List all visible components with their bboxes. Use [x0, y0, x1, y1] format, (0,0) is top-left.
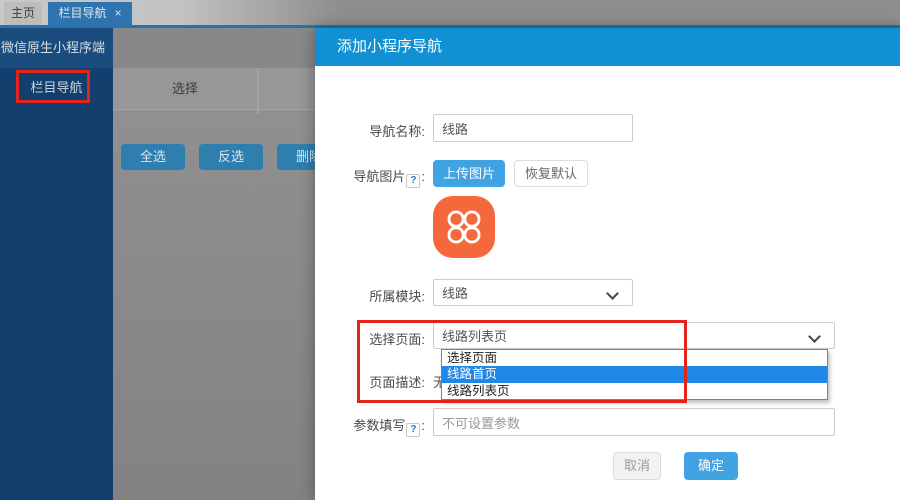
tab-column-nav[interactable]: 栏目导航 × — [48, 2, 132, 25]
page-select-dropdown: 选择页面 线路首页 线路列表页 — [441, 349, 828, 400]
params-label: 参数填写?: — [315, 415, 425, 437]
sidebar-title: 微信原生小程序端 — [0, 28, 113, 68]
module-value: 线路 — [442, 283, 468, 302]
nav-name-value: 线路 — [442, 119, 468, 138]
tab-close-icon[interactable]: × — [115, 6, 122, 20]
page-select-label: 选择页面: — [315, 329, 425, 348]
dropdown-option[interactable]: 选择页面 — [442, 350, 827, 366]
sidebar-item-column-nav[interactable]: 栏目导航 — [0, 72, 113, 104]
cancel-button[interactable]: 取消 — [613, 452, 661, 480]
module-label: 所属模块: — [315, 286, 425, 305]
help-icon[interactable]: ? — [406, 423, 420, 437]
nav-clover-icon — [433, 196, 495, 258]
select-all-button[interactable]: 全选 — [121, 144, 185, 170]
dialog-title: 添加小程序导航 — [337, 28, 442, 66]
upload-image-button[interactable]: 上传图片 — [433, 160, 505, 187]
clover-glyph — [444, 207, 484, 247]
invert-select-button[interactable]: 反选 — [199, 144, 263, 170]
page-select[interactable]: 线路列表页 — [433, 322, 835, 349]
params-input[interactable]: 不可设置参数 — [433, 408, 835, 436]
help-icon[interactable]: ? — [406, 174, 420, 188]
sidebar: 微信原生小程序端 栏目导航 — [0, 28, 113, 500]
column-divider — [257, 68, 259, 114]
tab-home[interactable]: 主页 — [4, 2, 42, 25]
dialog-header: 添加小程序导航 — [315, 28, 900, 66]
params-value: 不可设置参数 — [442, 413, 520, 432]
confirm-button[interactable]: 确定 — [684, 452, 738, 480]
page-select-value: 线路列表页 — [442, 326, 507, 345]
restore-default-button[interactable]: 恢复默认 — [514, 160, 588, 187]
nav-name-label: 导航名称: — [315, 121, 425, 140]
dropdown-option[interactable]: 线路列表页 — [442, 383, 827, 399]
nav-image-label: 导航图片?: — [315, 166, 425, 188]
add-nav-dialog: 添加小程序导航 导航名称: 线路 导航图片?: 上传图片 恢复默认 所属模块: … — [315, 28, 900, 500]
tab-column-nav-label: 栏目导航 — [58, 6, 106, 20]
nav-name-input[interactable]: 线路 — [433, 114, 633, 142]
tab-bar: 主页 栏目导航 × — [0, 0, 900, 25]
module-select[interactable]: 线路 — [433, 279, 633, 306]
page-desc-label: 页面描述: — [315, 372, 425, 391]
column-header-select: 选择 — [113, 68, 257, 110]
dropdown-option-selected[interactable]: 线路首页 — [442, 366, 827, 383]
